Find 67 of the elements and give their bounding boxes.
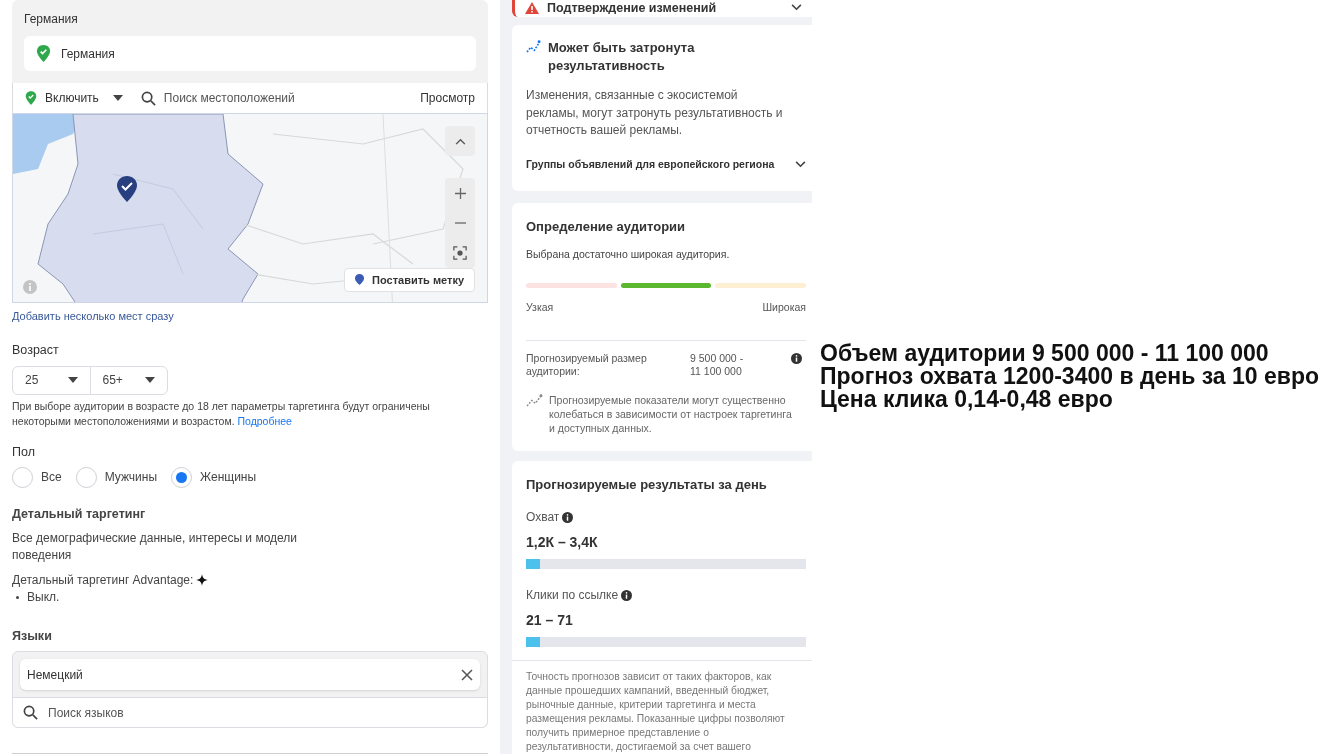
metric-label: Охват	[526, 509, 560, 526]
info-icon	[621, 589, 633, 601]
metric-label: Клики по ссылке	[526, 587, 619, 604]
chevron-down-icon	[795, 161, 806, 169]
advantage-value: Выкл.	[27, 589, 60, 606]
close-icon[interactable]	[461, 668, 473, 681]
add-multiple-link[interactable]: Добавить несколько мест сразу	[12, 307, 174, 325]
broad-label: Широкая	[762, 299, 806, 315]
metric-value: 1,2К – 3,4К	[526, 533, 599, 552]
age-label: Возраст	[12, 342, 60, 360]
locate-icon	[453, 246, 467, 261]
section-title: Детальный таргетинг	[12, 505, 147, 523]
search-icon	[23, 705, 38, 720]
age-max-dropdown[interactable]: 65+	[90, 367, 167, 394]
location-pin-icon	[25, 91, 37, 106]
warning-icon	[525, 1, 539, 14]
targeting-description: Все демографические данные, интересы и модели поведения	[12, 530, 299, 565]
learn-more-link[interactable]: Подробнее	[237, 414, 292, 427]
location-pin-icon	[36, 45, 51, 62]
pin-icon	[355, 274, 365, 286]
sparkle-icon	[196, 574, 209, 587]
disclaimer: Точность прогнозов зависит от таких факторов, как данные прошедших кампаний, введенный бюджет, рыночные данные, критерии таргетинга и места размещения рекламы. Показанные цифры позволяют получить примерное представление о результативности, достигаемой за счет вашего	[526, 670, 786, 754]
language-search-box[interactable]: Поиск языков	[13, 697, 487, 727]
gender-radio[interactable]: Все	[12, 466, 66, 488]
notice-title: Может быть затронута результативность	[548, 39, 696, 76]
estimate-note: Прогнозируемые показатели могут существенно колебаться в зависимости от настроек таргетинга и доступных данных.	[549, 392, 793, 435]
location-search-field[interactable]: Поиск местоположений	[163, 89, 413, 108]
drop-pin-button[interactable]: Поставить метку	[344, 267, 475, 292]
plus-icon	[454, 187, 466, 199]
age-note: При выборе аудитории в возрасте до 18 лет параметры таргетинга будут ограничены некоторыми местоположениями и возрастом. Подробнее	[12, 398, 431, 429]
gender-radio[interactable]: Женщины	[171, 466, 261, 488]
narrow-label: Узкая	[526, 299, 554, 315]
search-icon	[140, 90, 156, 106]
language-search-field[interactable]: Поиск языков	[48, 703, 477, 722]
view-link[interactable]: Просмотр	[420, 89, 475, 108]
include-dropdown[interactable]: Включить	[25, 89, 123, 108]
size-label: Прогнозируемый размер аудитории:	[526, 351, 648, 378]
notice-text: Изменения, связанные с экосистемой рекламы, могут затронуть результативность и отчетность вашей рекламы.	[526, 87, 784, 140]
section-title: Германия	[24, 11, 79, 28]
gender-label: Пол	[12, 443, 36, 461]
info-icon	[23, 279, 37, 294]
region-accordion[interactable]: Группы объявлений для европейского региона	[526, 156, 806, 173]
map-pin-icon	[117, 176, 137, 203]
minus-icon	[454, 222, 466, 225]
language-label: Немецкий	[27, 666, 83, 684]
location-field[interactable]: Германия	[24, 36, 476, 71]
bullet-icon	[16, 595, 19, 599]
card-title: Определение аудитории	[526, 217, 687, 236]
caret-icon	[67, 377, 78, 384]
caret-icon	[145, 377, 155, 384]
chevron-down-icon	[791, 4, 802, 12]
info-icon	[791, 352, 802, 364]
age-min-dropdown[interactable]: 25	[13, 367, 91, 394]
trend-icon	[526, 393, 543, 407]
audience-status: Выбрана достаточно широкая аудитория.	[526, 247, 731, 262]
languages-label: Языки	[12, 628, 53, 646]
card-title: Прогнозируемые результаты за день	[526, 475, 768, 494]
chevron-up-icon	[454, 137, 466, 145]
advantage-label: Детальный таргетинг Advantage:	[12, 572, 194, 590]
note-line: Цена клика 0,14-0,48 евро	[820, 388, 1114, 411]
info-icon	[562, 511, 574, 523]
metric-value: 21 – 71	[526, 611, 574, 630]
trend-icon	[526, 40, 541, 54]
caret-icon	[112, 95, 123, 102]
changes-banner[interactable]: Подтверждение изменений	[512, 0, 812, 18]
size-value: 9 500 000 - 11 100 000	[690, 351, 745, 378]
gender-radio[interactable]: Мужчины	[75, 466, 162, 488]
